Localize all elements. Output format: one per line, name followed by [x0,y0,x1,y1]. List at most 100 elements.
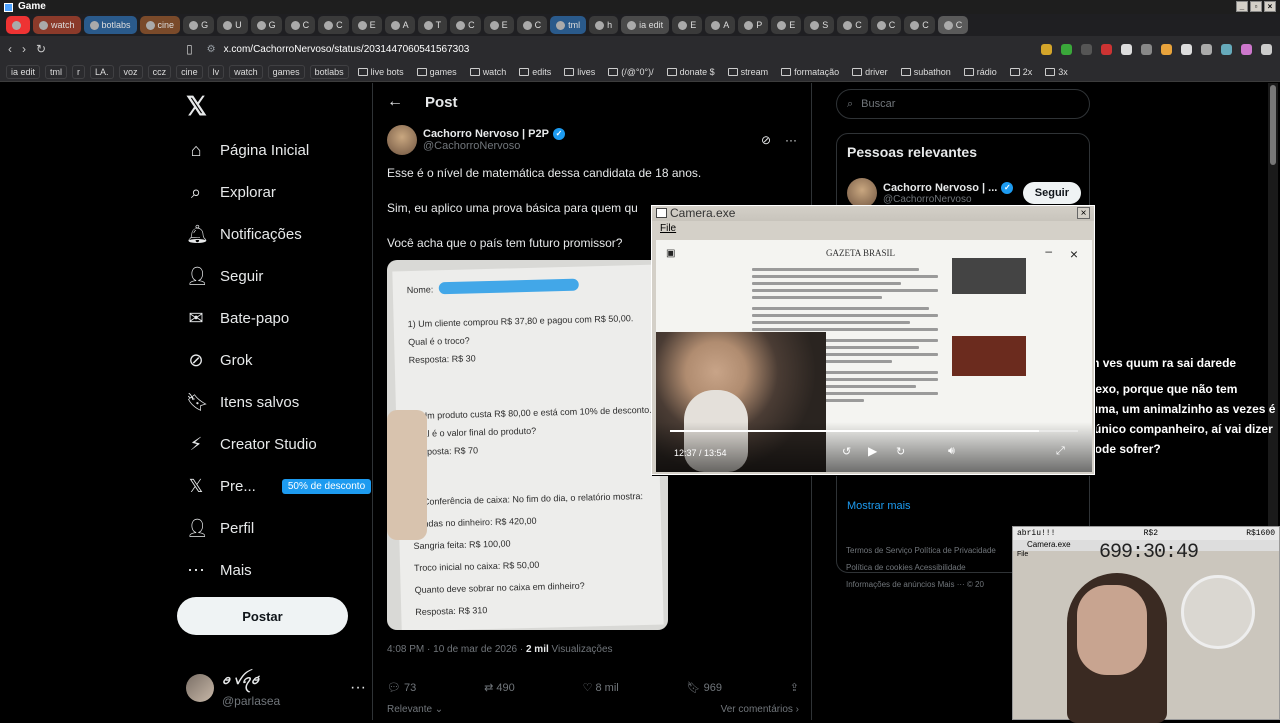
nav-item-grok[interactable]: ⊘ Grok [176,339,376,381]
post-button[interactable]: Postar [177,597,348,635]
video-player[interactable]: GAZETA BRASIL ▣ × – 12:37 / 13:54 ▶ ↺ ↻ … [656,240,1092,472]
view-replies-link[interactable]: Ver comentários › [721,704,799,715]
extension-icon[interactable] [1201,43,1212,55]
bookmark-item[interactable]: rádio [960,65,1001,79]
bookmark-item[interactable]: (/@°0°)/ [604,65,657,79]
browser-tab[interactable]: G [183,16,215,34]
bookmark-item[interactable]: r [72,64,86,79]
bookmark-item[interactable]: LA. [90,64,114,79]
search-input[interactable]: ⌕ Buscar [836,89,1090,119]
bookmark-button[interactable]: 🔖︎ 969 [687,681,722,694]
bookmark-item[interactable]: stream [724,65,773,79]
menu-icon[interactable] [1261,43,1272,55]
maximize-button[interactable]: ▫ [1250,1,1262,12]
footer-line[interactable]: Informações de anúncios Mais ··· © 20 [846,576,1036,593]
nav-item-search[interactable]: ⌕ Explorar [176,171,376,213]
back-icon[interactable]: ‹ [8,42,12,56]
extension-icon[interactable] [1181,43,1192,55]
sort-dropdown[interactable]: Relevante ⌄ [387,704,443,715]
browser-tab[interactable]: S [804,16,835,34]
browser-tab[interactable]: A [705,16,736,34]
bookmark-item[interactable]: watch [229,64,263,79]
more-dots-icon[interactable]: ··· [350,679,366,697]
back-arrow-icon[interactable]: ← [387,93,403,111]
browser-tab[interactable]: E [672,16,703,34]
bookmark-item[interactable]: watch [466,65,511,79]
browser-tab[interactable]: tml [550,16,587,34]
browser-tab[interactable]: ia edit [621,16,670,34]
bookmark-item[interactable]: voz [118,64,143,79]
nav-item-bell[interactable]: 🔔︎ Notificações [176,213,376,255]
rewind-icon[interactable]: ↺ [842,445,851,458]
bookmark-item[interactable]: 3x [1041,65,1072,79]
bookmark-item[interactable]: games [267,64,305,79]
nav-item-x-logo[interactable]: 𝕏 Pre... 50% de desconto [176,465,376,507]
bookmark-item[interactable]: lv [207,64,225,79]
browser-tab[interactable]: botlabs [83,16,137,34]
picture-icon[interactable]: ▣ [666,248,675,259]
bookmark-item[interactable]: edits [515,65,555,79]
grok-icon[interactable]: ⊘ [761,133,771,147]
bookmark-item[interactable]: lives [560,65,599,79]
browser-tab[interactable]: h [589,16,619,34]
browser-tab[interactable]: U [217,16,248,34]
more-options-icon[interactable]: ··· [785,133,797,147]
extension-icon[interactable] [1221,43,1232,55]
browser-tab[interactable]: C [516,16,548,34]
extension-icon[interactable] [1101,43,1112,55]
footer-line[interactable]: Política de cookies Acessibilidade [846,559,1036,576]
nav-item-lightning[interactable]: ⚡︎ Creator Studio [176,423,376,465]
browser-tab[interactable]: C [837,16,868,34]
browser-tab[interactable]: E [483,16,514,34]
browser-tab[interactable]: E [351,16,382,34]
like-button[interactable]: ♡ 8 mil [583,681,619,694]
footer-line[interactable]: Termos de Serviço Política de Privacidad… [846,542,1036,559]
extension-icon[interactable] [1041,43,1052,55]
browser-tab[interactable]: C [870,16,902,34]
browser-tab[interactable]: cine [139,16,181,34]
show-more-link[interactable]: Mostrar mais [847,500,911,512]
reply-button[interactable]: 💬︎ 73 [387,681,416,694]
extension-icon[interactable] [1061,43,1072,55]
nav-item-more[interactable]: ⋯ Mais [176,549,376,591]
browser-tab[interactable]: C [937,16,969,34]
account-switcher[interactable]: ꪮ ꪜꪖꪮ́ @parlasea ··· [186,673,366,708]
share-icon[interactable]: ⇪ [790,681,799,694]
author-avatar[interactable] [387,125,417,155]
forward-skip-icon[interactable]: ↻ [896,445,905,458]
x-logo-icon[interactable]: 𝕏 [176,83,376,129]
repost-button[interactable]: ⇄ 490 [484,681,515,694]
volume-icon[interactable]: 🔊︎ [948,445,955,458]
bookmark-item[interactable]: botlabs [309,64,349,79]
browser-tab[interactable]: C [318,16,349,34]
video-close-icon[interactable]: × [1070,246,1078,262]
post-timestamp[interactable]: 4:08 PM · 10 de mar de 2026 · [387,644,526,655]
bookmark-item[interactable]: games [413,65,461,79]
bookmark-item[interactable]: cine [176,64,203,79]
camera-titlebar[interactable]: Camera.exe × [652,206,1094,221]
bookmark-item[interactable]: driver [848,65,892,79]
bookmark-item[interactable]: ccz [147,64,172,79]
bookmark-page-icon[interactable]: ▯ [186,42,193,56]
camera-file-menu[interactable]: File [652,221,1094,237]
author-name[interactable]: Cachorro Nervoso | P2P [423,128,549,140]
reload-icon[interactable]: ↻ [36,42,46,56]
browser-tab[interactable]: E [771,16,802,34]
camera-close-button[interactable]: × [1077,207,1090,219]
browser-tab[interactable]: T [417,16,448,34]
follow-button[interactable]: Seguir [1022,182,1081,204]
browser-tab[interactable]: G [250,16,282,34]
site-info-icon[interactable]: ⚙ [207,44,216,55]
browser-tab[interactable]: A [384,16,415,34]
extension-icon[interactable] [1121,43,1132,55]
address-bar[interactable]: ⚙ x.com/CachorroNervoso/status/203144706… [202,39,943,59]
bookmark-item[interactable]: tml [45,64,68,79]
extension-icon[interactable] [1241,43,1252,55]
browser-tab[interactable]: C [284,16,316,34]
nav-item-profile[interactable]: 👤︎ Perfil [176,507,376,549]
bookmark-item[interactable]: live bots [354,65,408,79]
bookmark-item[interactable]: subathon [897,65,955,79]
bookmark-item[interactable]: donate $ [663,65,719,79]
forward-icon[interactable]: › [22,42,26,56]
nav-item-follow[interactable]: 👤︎ Seguir [176,255,376,297]
